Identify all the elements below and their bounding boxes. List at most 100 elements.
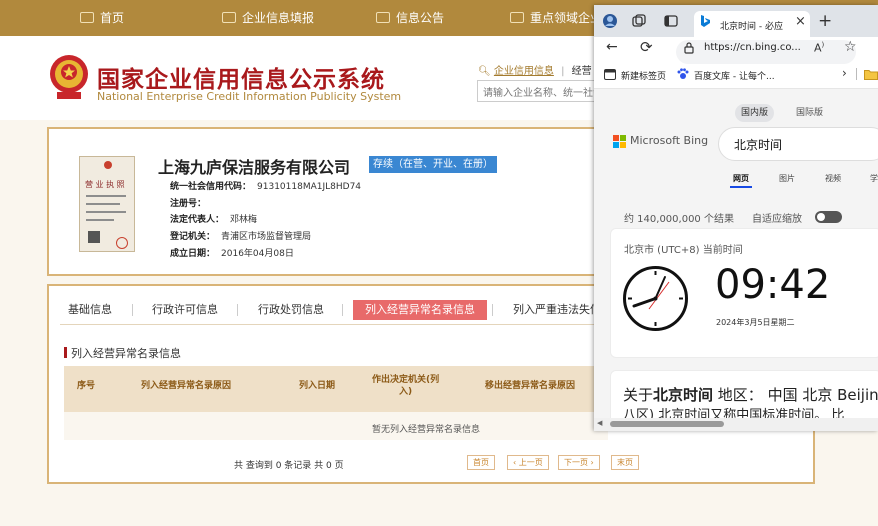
speaker-icon bbox=[510, 12, 524, 23]
field-value: 91310118MA1JL8HD74 bbox=[257, 182, 362, 192]
nav-report-label: 企业信息填报 bbox=[242, 11, 315, 25]
nav-enterprise-report[interactable]: 企业信息填报 bbox=[222, 0, 314, 36]
license-title: 营 业 执 照 bbox=[85, 180, 125, 189]
back-arrow-icon[interactable]: ← bbox=[606, 39, 618, 55]
clock-location: 北京市 (UTC+8) 当前时间 bbox=[624, 245, 743, 256]
region-international[interactable]: 国际版 bbox=[790, 104, 829, 122]
col-reason: 列入经营异常名录原因 bbox=[141, 381, 232, 391]
business-license-image[interactable]: 营 业 执 照 bbox=[79, 156, 135, 252]
result-keyword: 北京时间 bbox=[653, 386, 714, 404]
nav-announcements[interactable]: 信息公告 bbox=[376, 0, 444, 36]
field-value: 2016年04月08日 bbox=[221, 249, 294, 259]
results-count: 约 140,000,000 个结果 bbox=[624, 214, 734, 225]
profile-avatar-icon[interactable] bbox=[602, 13, 618, 29]
tab-abnormal-list[interactable]: 列入经营异常名录信息 bbox=[353, 300, 487, 320]
address-text[interactable]: https://cn.bing.co... bbox=[704, 42, 801, 53]
favorite-new-tab[interactable]: 新建标签页 bbox=[621, 69, 666, 82]
next-page-button[interactable]: 下一页 › bbox=[558, 455, 600, 470]
nav-home[interactable]: 首页 bbox=[80, 0, 124, 36]
field-legal-rep: 法定代表人： 邓林梅 bbox=[170, 212, 257, 225]
read-aloud-icon[interactable]: A) bbox=[814, 41, 824, 55]
nav-home-label: 首页 bbox=[100, 11, 125, 25]
read-aloud-letter: A bbox=[814, 41, 822, 55]
analog-clock-icon bbox=[623, 266, 688, 331]
safesearch-label: 自适应缩放 bbox=[752, 214, 802, 225]
tab-separator bbox=[342, 304, 343, 316]
bing-nav-web[interactable]: 网页 bbox=[733, 173, 749, 184]
field-value: 邓林梅 bbox=[230, 215, 258, 225]
site-title-en: National Enterprise Credit Information P… bbox=[97, 90, 402, 103]
tab-separator bbox=[492, 304, 493, 316]
bing-nav-images[interactable]: 图片 bbox=[779, 173, 795, 184]
national-emblem-icon bbox=[50, 55, 88, 99]
field-established: 成立日期： 2016年04月08日 bbox=[170, 246, 294, 259]
empty-state-text: 暂无列入经营异常名录信息 bbox=[372, 425, 481, 435]
close-tab-icon[interactable]: × bbox=[795, 14, 806, 29]
tab-serious-violation[interactable]: 列入严重违法失信 bbox=[513, 300, 601, 320]
clock-time: 09:42 bbox=[715, 262, 831, 308]
field-label: 法定代表人： bbox=[170, 215, 225, 225]
link-business[interactable]: 经营 bbox=[572, 66, 592, 77]
license-line bbox=[86, 195, 126, 197]
microsoft-logo-icon bbox=[613, 135, 626, 148]
first-page-button[interactable]: 首页 bbox=[467, 455, 495, 470]
new-tab-page-icon bbox=[604, 69, 616, 80]
link-separator: | bbox=[561, 66, 565, 77]
more-favorites-chevron-icon[interactable]: › bbox=[842, 66, 847, 80]
new-tab-icon[interactable]: + bbox=[818, 11, 832, 31]
section-title: 列入经营异常名录信息 bbox=[64, 345, 181, 361]
link-enterprise-credit[interactable]: 企业信用信息 bbox=[494, 66, 554, 77]
pagination-summary: 共 查询到 0 条记录 共 0 页 bbox=[234, 461, 344, 471]
bing-query-text[interactable]: 北京时间 bbox=[734, 136, 782, 153]
license-line bbox=[86, 203, 120, 205]
monitor-icon bbox=[80, 12, 94, 23]
result-snippet-line2: 八区) 北京时间又称中国标准时间。 比 bbox=[623, 408, 845, 418]
prev-page-button[interactable]: ‹ 上一页 bbox=[507, 455, 549, 470]
scroll-left-arrow-icon[interactable]: ◀ bbox=[597, 419, 602, 427]
favorite-baidu-wenku[interactable]: 百度文库 - 让每个... bbox=[694, 69, 775, 82]
tab-separator bbox=[237, 304, 238, 316]
bing-nav-videos[interactable]: 视频 bbox=[825, 173, 841, 184]
search-icon: 🔍︎ bbox=[478, 66, 491, 77]
col-removal-reason: 移出经营异常名录原因 bbox=[485, 381, 576, 391]
result-snippet[interactable]: 关于北京时间 地区： 中国 北京 Beijin bbox=[623, 384, 878, 405]
tab-admin-penalty[interactable]: 行政处罚信息 bbox=[258, 300, 324, 320]
result-prefix: 关于 bbox=[623, 386, 654, 404]
folder-icon[interactable] bbox=[864, 69, 878, 80]
col-authority: 作出决定机关(列 入) bbox=[372, 374, 439, 398]
tab-basic-info[interactable]: 基础信息 bbox=[68, 300, 112, 320]
license-line bbox=[86, 211, 126, 213]
favorites-separator bbox=[856, 68, 857, 80]
bing-favicon-icon bbox=[701, 15, 710, 27]
last-page-button[interactable]: 末页 bbox=[611, 455, 639, 470]
company-name: 上海九庐保洁服务有限公司 bbox=[158, 158, 351, 177]
safesearch-toggle[interactable] bbox=[815, 211, 842, 223]
bing-brand: Microsoft Bing bbox=[630, 134, 709, 147]
bing-nav-underline bbox=[730, 186, 752, 188]
tab-divider bbox=[60, 324, 608, 325]
workspaces-icon[interactable] bbox=[632, 14, 646, 28]
scrollbar-thumb[interactable] bbox=[610, 421, 724, 427]
region-domestic[interactable]: 国内版 bbox=[735, 104, 775, 122]
field-label: 注册号： bbox=[170, 199, 207, 209]
bing-nav-academic[interactable]: 学 bbox=[870, 173, 878, 184]
field-reg-no: 注册号： bbox=[170, 196, 212, 209]
table-row bbox=[64, 412, 608, 440]
field-authority: 登记机关： 青浦区市场监督管理局 bbox=[170, 229, 311, 242]
field-label: 登记机关： bbox=[170, 232, 216, 242]
document-icon bbox=[376, 12, 390, 23]
site-title-cn: 国家企业信用信息公示系统 bbox=[97, 67, 385, 93]
favorite-star-icon[interactable]: ☆ bbox=[844, 39, 857, 55]
search-input[interactable]: 请输入企业名称、统一社会 bbox=[477, 80, 607, 102]
field-value: 青浦区市场监督管理局 bbox=[221, 232, 312, 242]
tab-admin-license[interactable]: 行政许可信息 bbox=[152, 300, 218, 320]
baidu-paw-icon bbox=[677, 68, 689, 79]
tab-separator bbox=[132, 304, 133, 316]
lock-icon[interactable] bbox=[684, 42, 694, 54]
refresh-icon[interactable]: ⟳ bbox=[640, 38, 653, 56]
nav-key-fields[interactable]: 重点领域企业 bbox=[510, 0, 602, 36]
nav-key-fields-label: 重点领域企业 bbox=[530, 11, 603, 25]
field-credit-code: 统一社会信用代码： 91310118MA1JL8HD74 bbox=[170, 179, 361, 192]
tab-actions-icon[interactable] bbox=[664, 14, 678, 28]
search-type-links: 🔍︎ 企业信用信息 | 经营 bbox=[478, 62, 592, 77]
